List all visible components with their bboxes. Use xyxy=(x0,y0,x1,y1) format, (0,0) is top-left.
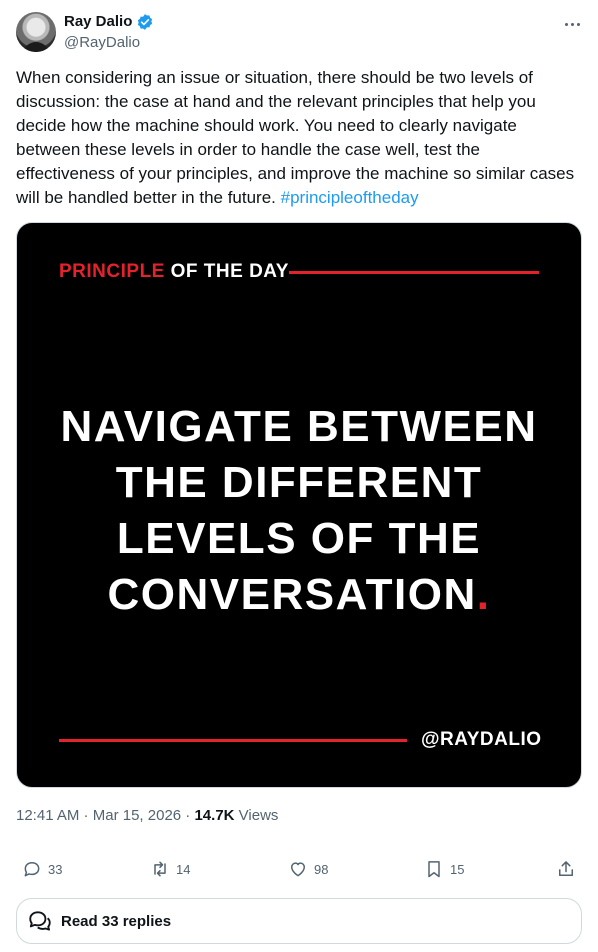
repost-button[interactable]: 14 xyxy=(150,854,190,884)
heart-icon xyxy=(291,862,305,877)
chat-bubbles-icon xyxy=(29,911,51,931)
kicker-principle: PRINCIPLE xyxy=(59,261,165,282)
share-icon xyxy=(559,861,573,876)
kicker-of-the-day: OF THE DAY xyxy=(170,261,289,282)
headline-line-last: CONVERSATION. xyxy=(17,567,581,623)
tweet-body: When considering an issue or situation, … xyxy=(16,68,575,207)
author-name[interactable]: Ray Dalio xyxy=(64,12,132,32)
more-options-icon[interactable] xyxy=(562,14,582,34)
author-handle[interactable]: @RayDalio xyxy=(64,33,154,53)
card-kicker: PRINCIPLE OF THE DAY xyxy=(59,261,289,283)
reply-icon xyxy=(24,862,40,877)
like-button[interactable]: 98 xyxy=(288,854,328,884)
tweet-meta: 12:41 AM · Mar 15, 2026 · 14.7K Views xyxy=(16,807,279,824)
reply-button[interactable]: 33 xyxy=(22,854,62,884)
like-count: 98 xyxy=(314,861,329,877)
tweet-header: Ray Dalio @RayDalio xyxy=(16,12,582,54)
views-count: 14.7K xyxy=(194,807,235,824)
tweet-time[interactable]: 12:41 AM xyxy=(16,807,79,824)
share-button[interactable] xyxy=(556,854,576,884)
action-bar: 33 14 98 15 xyxy=(16,854,582,884)
headline-line: CONVERSATION xyxy=(107,570,477,619)
repost-icon xyxy=(154,861,166,877)
author-block: Ray Dalio @RayDalio xyxy=(64,12,154,53)
divider-top xyxy=(289,271,539,274)
reply-count: 33 xyxy=(48,861,63,877)
views-label: Views xyxy=(238,807,279,824)
card-headline: NAVIGATE BETWEEN THE DIFFERENT LEVELS OF… xyxy=(17,399,581,623)
tweet-image[interactable]: PRINCIPLE OF THE DAY NAVIGATE BETWEEN TH… xyxy=(16,222,582,788)
tweet-text: When considering an issue or situation, … xyxy=(16,66,576,210)
avatar[interactable] xyxy=(16,12,56,52)
divider-bottom xyxy=(59,739,407,742)
repost-count: 14 xyxy=(176,861,191,877)
headline-line: THE DIFFERENT xyxy=(115,458,483,507)
author-name-row[interactable]: Ray Dalio xyxy=(64,12,154,32)
headline-dot: . xyxy=(476,570,491,619)
bookmark-button[interactable]: 15 xyxy=(424,854,464,884)
card-signature: @RAYDALIO xyxy=(421,729,542,750)
tweet-date[interactable]: Mar 15, 2026 xyxy=(93,807,181,824)
read-replies-label: Read 33 replies xyxy=(61,912,172,930)
bookmark-icon xyxy=(428,861,440,878)
read-replies-button[interactable]: Read 33 replies xyxy=(16,898,582,944)
headline-line: LEVELS OF THE xyxy=(116,514,482,563)
bookmark-count: 15 xyxy=(450,861,465,877)
hashtag-link[interactable]: #principleoftheday xyxy=(281,188,419,207)
headline-line: NAVIGATE BETWEEN xyxy=(60,402,538,451)
verified-badge-icon[interactable] xyxy=(136,13,154,31)
